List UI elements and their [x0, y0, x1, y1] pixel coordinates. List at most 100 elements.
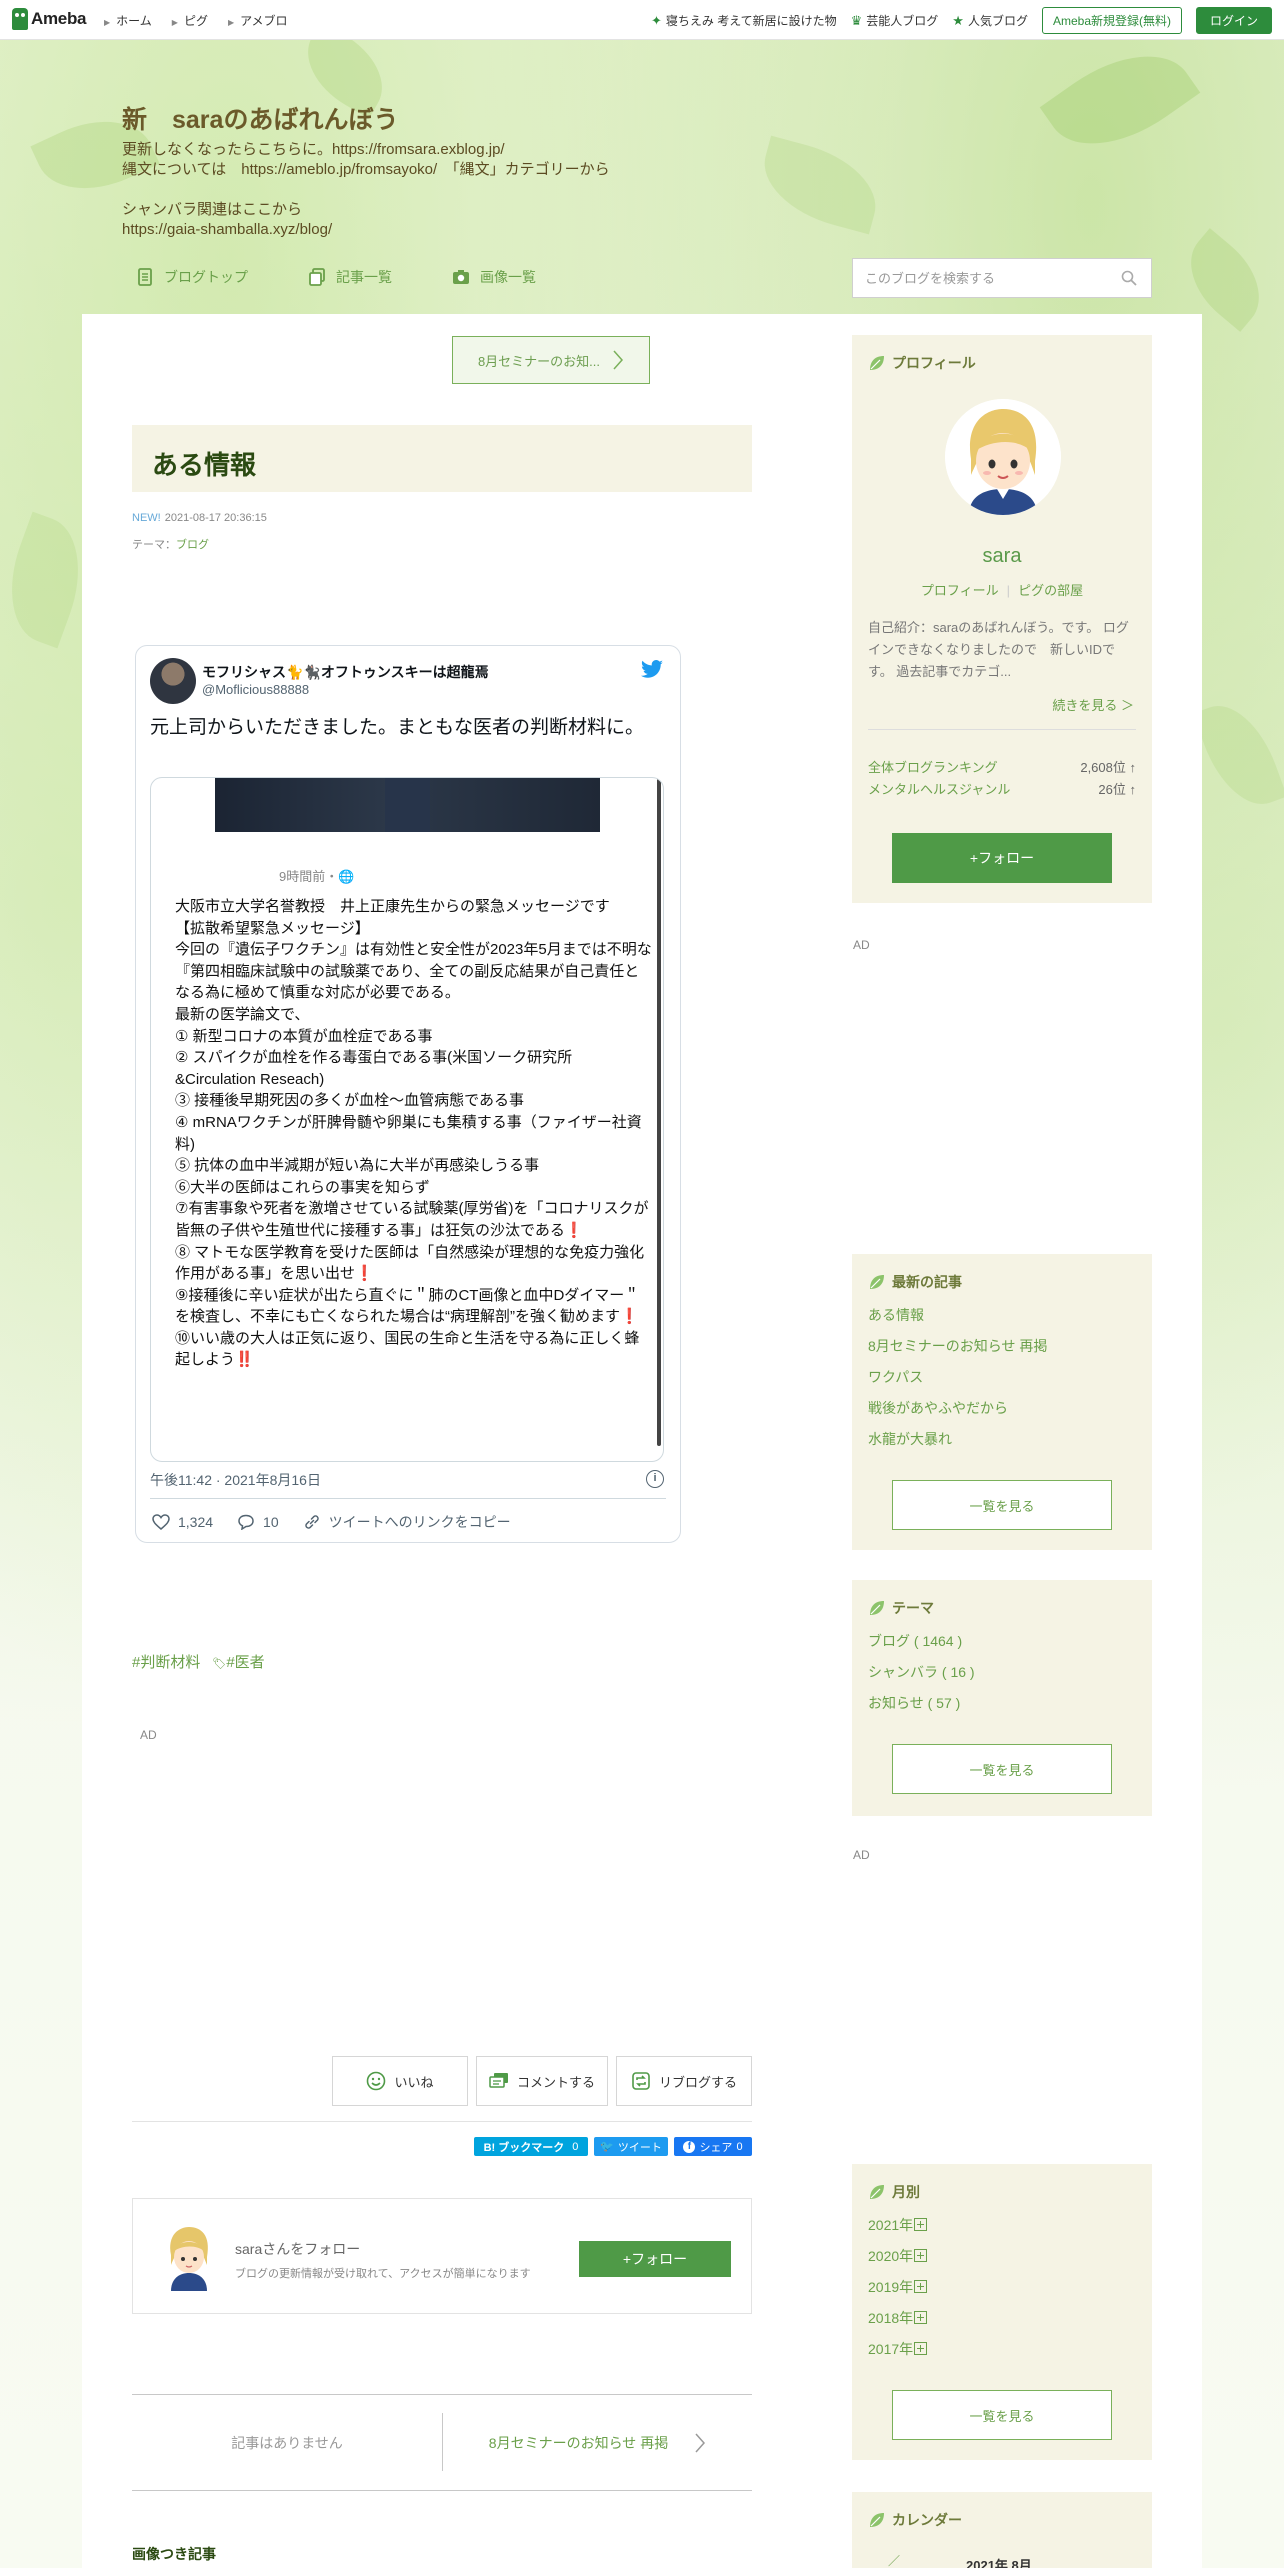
theme-link[interactable]: シャンバラ ( 16 ) [868, 1657, 975, 1688]
previous-article-button[interactable]: 8月セミナーのお知... [452, 336, 650, 384]
triangle-icon: ▶ [171, 18, 178, 27]
overall-ranking[interactable]: 全体ブログランキング 2,608位 ↑ [868, 757, 1136, 776]
follow-button[interactable]: +フォロー [579, 2241, 731, 2277]
year-item[interactable]: 2021年 [868, 2210, 928, 2241]
theme-link[interactable]: ブログ ( 1464 ) [868, 1626, 975, 1657]
blog-top-label: ブログトップ [164, 269, 248, 285]
tweet-author-handle[interactable]: @Moflicious88888 [202, 682, 309, 697]
popular-blog-link[interactable]: ★ 人気ブログ [952, 12, 1028, 29]
login-button[interactable]: ログイン [1195, 7, 1272, 34]
crown-icon: ♛ [850, 12, 863, 28]
themes-heading: テーマ [868, 1598, 934, 1618]
tweet-avatar[interactable] [150, 658, 196, 704]
monthly-see-all-button[interactable]: 一覧を見る [892, 2390, 1112, 2440]
recent-article-link[interactable]: ある情報 [868, 1300, 1047, 1331]
calendar-prev-arrow[interactable]: ／ [888, 2552, 900, 2568]
reblog-icon [632, 2072, 650, 2090]
smile-icon [367, 2071, 386, 2091]
chevron-right-icon [613, 350, 624, 370]
tweet-reply-button[interactable]: 10 [237, 1514, 279, 1530]
profile-intro: 自己紹介：saraのあばれんぼう。です。 ログインできなくなりましたので 新しい… [868, 620, 1129, 679]
recent-article-link[interactable]: 戦後があやふやだから [868, 1393, 1047, 1424]
ameba-logo[interactable]: Ameba [12, 8, 86, 30]
register-button[interactable]: Ameba新規登録(無料) [1041, 7, 1182, 34]
tweet-copy-link-button[interactable]: ツイートへのリンクをコピー [303, 1512, 511, 1532]
image-articles-heading: 画像つき記事 [132, 2546, 216, 2562]
theme-link[interactable]: ブログ [176, 539, 209, 551]
ameba-logo-text: Ameba [31, 9, 87, 28]
article-datetime: 2021-08-17 20:36:15 [164, 512, 267, 524]
year-item[interactable]: 2020年 [868, 2241, 928, 2272]
pager-next[interactable]: 8月セミナーのお知らせ 再掲 [443, 2395, 752, 2490]
themes-see-all-button[interactable]: 一覧を見る [892, 1744, 1112, 1794]
comment-label: コメントする [516, 2074, 595, 2090]
year-label: 2018年 [868, 2310, 914, 2326]
recent-heading-label: 最新の記事 [892, 1274, 962, 1290]
profile-avatar[interactable] [157, 2225, 221, 2291]
image-message-text: 大阪市立大学名誉教授 井上正康先生からの緊急メッセージです 【拡散希望緊急メッセ… [175, 898, 652, 1369]
recent-see-all-button[interactable]: 一覧を見る [892, 1480, 1112, 1530]
recent-article-link[interactable]: ワクパス [868, 1362, 1047, 1393]
profile-read-more[interactable]: 続きを見る ＞ [1052, 695, 1134, 714]
overall-ranking-value: 2,608位 ↑ [1080, 760, 1136, 775]
promo-link[interactable]: ✦ 寝ちえみ 考えて新居に設けた物 [651, 12, 837, 29]
pager-previous: 記事はありません [231, 2434, 343, 2451]
article-title[interactable]: ある情報 [152, 445, 256, 482]
follow-box-description: ブログの更新情報が受け取れて、アクセスが簡単になります [235, 2268, 531, 2280]
recent-article-link[interactable]: 8月セミナーのお知らせ 再掲 [868, 1331, 1047, 1362]
twitter-bird-icon[interactable] [640, 660, 664, 680]
year-item[interactable]: 2019年 [868, 2272, 928, 2303]
top-right-links: ✦ 寝ちえみ 考えて新居に設けた物 ♛ 芸能人ブログ ★ 人気ブログ Ameba新規登… [651, 7, 1272, 34]
article-theme: テーマ：ブログ [132, 536, 209, 552]
nav-ameblo[interactable]: ▶ アメブロ [228, 12, 288, 29]
celebrity-blog-link[interactable]: ♛ 芸能人ブログ [851, 12, 939, 29]
reblog-button[interactable]: リブログする [616, 2056, 752, 2106]
expand-plus-icon[interactable] [914, 2218, 928, 2231]
facebook-share-button[interactable]: f シェア 0 [674, 2137, 752, 2156]
hatena-bookmark-button[interactable]: B! ブックマーク 0 [474, 2137, 588, 2156]
facebook-icon: f [683, 2140, 696, 2153]
hashtag-link[interactable]: 🏷#医者 [212, 1651, 264, 1672]
expand-plus-icon[interactable] [914, 2280, 928, 2293]
info-icon[interactable]: i [646, 1470, 664, 1488]
nav-pigg[interactable]: ▶ ピグ [172, 12, 208, 29]
profile-name[interactable]: sara [852, 545, 1152, 568]
hatena-label: B! ブックマーク [483, 2141, 565, 2154]
like-button[interactable]: いいね [332, 2056, 468, 2106]
follow-box-name[interactable]: saraさんをフォロー [235, 2239, 360, 2259]
profile-link[interactable]: プロフィール [921, 583, 999, 598]
pigg-room-link[interactable]: ピグの部屋 [1018, 583, 1083, 598]
genre-ranking[interactable]: メンタルヘルスジャンル 26位 ↑ [868, 779, 1136, 798]
blog-title[interactable]: 新 saraのあばれんぼう [122, 100, 398, 136]
nav-ameblo-label: アメブロ [240, 14, 288, 28]
recent-article-link[interactable]: 水龍が大暴れ [868, 1424, 1047, 1455]
tag-icon: 🏷 [212, 1658, 227, 1670]
tweet-image[interactable]: 9時間前・🌐 大阪市立大学名誉教授 井上正康先生からの緊急メッセージです 【拡散… [150, 777, 664, 1462]
expand-plus-icon[interactable] [914, 2249, 928, 2262]
theme-link[interactable]: お知らせ ( 57 ) [868, 1688, 975, 1719]
tweet-like-button[interactable]: 1,324 [152, 1514, 213, 1530]
facebook-share-count: 0 [736, 2140, 743, 2153]
search-icon[interactable] [1121, 270, 1137, 286]
twitter-bird-icon: 🐦 [600, 2141, 614, 2153]
tweet-share-button[interactable]: 🐦 ツイート [594, 2137, 668, 2156]
themes-widget: テーマ ブログ ( 1464 ) シャンバラ ( 16 ) お知らせ ( 57 … [852, 1580, 1152, 1816]
expand-plus-icon[interactable] [914, 2342, 928, 2355]
article-meta: NEW! 2021-08-17 20:36:15 [132, 512, 267, 524]
article-list-link[interactable]: 記事一覧 [308, 267, 392, 287]
comment-button[interactable]: コメントする [476, 2056, 608, 2106]
tweet-author-name[interactable]: モフリシャス🐈🐈‍⬛オフトゥンスキーは超龍焉 [202, 662, 489, 682]
year-item[interactable]: 2018年 [868, 2303, 928, 2334]
blog-search-input[interactable] [853, 259, 1103, 297]
embedded-tweet[interactable]: モフリシャス🐈🐈‍⬛オフトゥンスキーは超龍焉 @Moflicious88888 … [135, 645, 681, 1543]
image-list-link[interactable]: 画像一覧 [452, 267, 536, 287]
nav-home[interactable]: ▶ ホーム [104, 12, 152, 29]
nav-pigg-label: ピグ [183, 14, 208, 28]
sidebar-follow-button[interactable]: +フォロー [892, 833, 1112, 883]
tweet-date[interactable]: 午後11:42 · 2021年8月16日 [150, 1470, 321, 1490]
expand-plus-icon[interactable] [914, 2311, 928, 2324]
profile-avatar[interactable] [945, 399, 1061, 515]
blog-top-link[interactable]: ブログトップ [136, 267, 248, 287]
hashtag-link[interactable]: #判断材料 [132, 1651, 200, 1672]
year-item[interactable]: 2017年 [868, 2334, 928, 2365]
